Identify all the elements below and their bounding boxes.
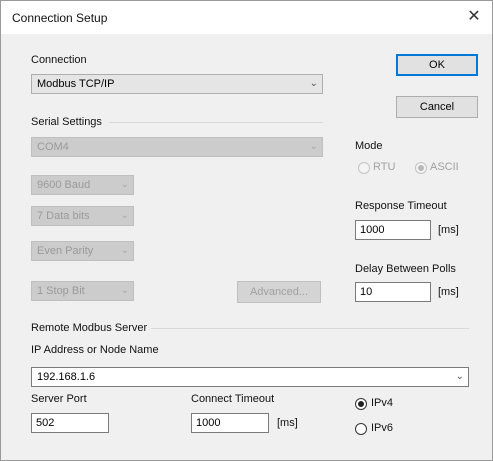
- connection-select[interactable]: Modbus TCP/IP ⌄: [31, 74, 323, 94]
- server-port-label: Server Port: [31, 393, 87, 405]
- baud-rate-value: 9600 Baud: [37, 179, 91, 191]
- server-port-input[interactable]: 502: [31, 413, 109, 433]
- connect-timeout-unit: [ms]: [277, 417, 298, 429]
- delay-between-polls-input[interactable]: 10: [355, 282, 431, 302]
- chevron-down-icon: ⌄: [309, 78, 318, 89]
- ipv4-radio[interactable]: [355, 398, 367, 410]
- mode-label: Mode: [355, 140, 383, 152]
- serial-group-divider: [109, 122, 323, 123]
- remote-server-label: Remote Modbus Server: [31, 322, 148, 334]
- parity-select[interactable]: Even Parity ⌄: [31, 241, 134, 261]
- mode-rtu-label: RTU: [373, 161, 396, 173]
- cancel-button[interactable]: Cancel: [396, 96, 478, 118]
- chevron-down-icon: ⌄: [120, 285, 129, 296]
- ipv6-label: IPv6: [371, 422, 394, 434]
- ip-address-label: IP Address or Node Name: [31, 344, 159, 356]
- delay-between-polls-unit: [ms]: [438, 286, 459, 298]
- chevron-down-icon[interactable]: ⌄: [456, 368, 464, 386]
- parity-value: Even Parity: [37, 245, 94, 257]
- connect-timeout-label: Connect Timeout: [191, 393, 275, 405]
- serial-port-select[interactable]: COM4 ⌄: [31, 137, 323, 157]
- ip-address-value: 192.168.1.6: [37, 371, 96, 383]
- serial-port-value: COM4: [37, 141, 69, 153]
- mode-ascii-radio[interactable]: [415, 162, 427, 174]
- serial-settings-label: Serial Settings: [31, 116, 102, 128]
- ipv6-radio[interactable]: [355, 423, 367, 435]
- response-timeout-input[interactable]: 1000: [355, 220, 431, 240]
- delay-between-polls-label: Delay Between Polls: [355, 263, 456, 275]
- window-title: Connection Setup: [12, 11, 108, 25]
- connection-setup-dialog: Connection Setup ✕ Connection Modbus TCP…: [0, 0, 493, 461]
- stop-bits-select[interactable]: 1 Stop Bit ⌄: [31, 281, 134, 301]
- connect-timeout-input[interactable]: 1000: [191, 413, 269, 433]
- close-icon[interactable]: ✕: [464, 7, 484, 27]
- remote-group-divider: [151, 328, 469, 329]
- chevron-down-icon: ⌄: [309, 141, 318, 152]
- connection-label: Connection: [31, 54, 87, 66]
- chevron-down-icon: ⌄: [120, 245, 129, 256]
- chevron-down-icon: ⌄: [120, 179, 129, 190]
- ok-button[interactable]: OK: [396, 54, 478, 76]
- data-bits-value: 7 Data bits: [37, 210, 90, 222]
- connection-value: Modbus TCP/IP: [37, 78, 115, 90]
- advanced-button[interactable]: Advanced...: [237, 281, 321, 303]
- baud-rate-select[interactable]: 9600 Baud ⌄: [31, 175, 134, 195]
- response-timeout-unit: [ms]: [438, 224, 459, 236]
- mode-rtu-radio[interactable]: [358, 162, 370, 174]
- response-timeout-label: Response Timeout: [355, 200, 447, 212]
- mode-ascii-label: ASCII: [430, 161, 459, 173]
- stop-bits-value: 1 Stop Bit: [37, 285, 85, 297]
- data-bits-select[interactable]: 7 Data bits ⌄: [31, 206, 134, 226]
- ipv4-label: IPv4: [371, 397, 394, 409]
- ip-address-input[interactable]: 192.168.1.6 ⌄: [31, 367, 469, 387]
- chevron-down-icon: ⌄: [120, 210, 129, 221]
- title-bar: Connection Setup ✕: [1, 1, 492, 34]
